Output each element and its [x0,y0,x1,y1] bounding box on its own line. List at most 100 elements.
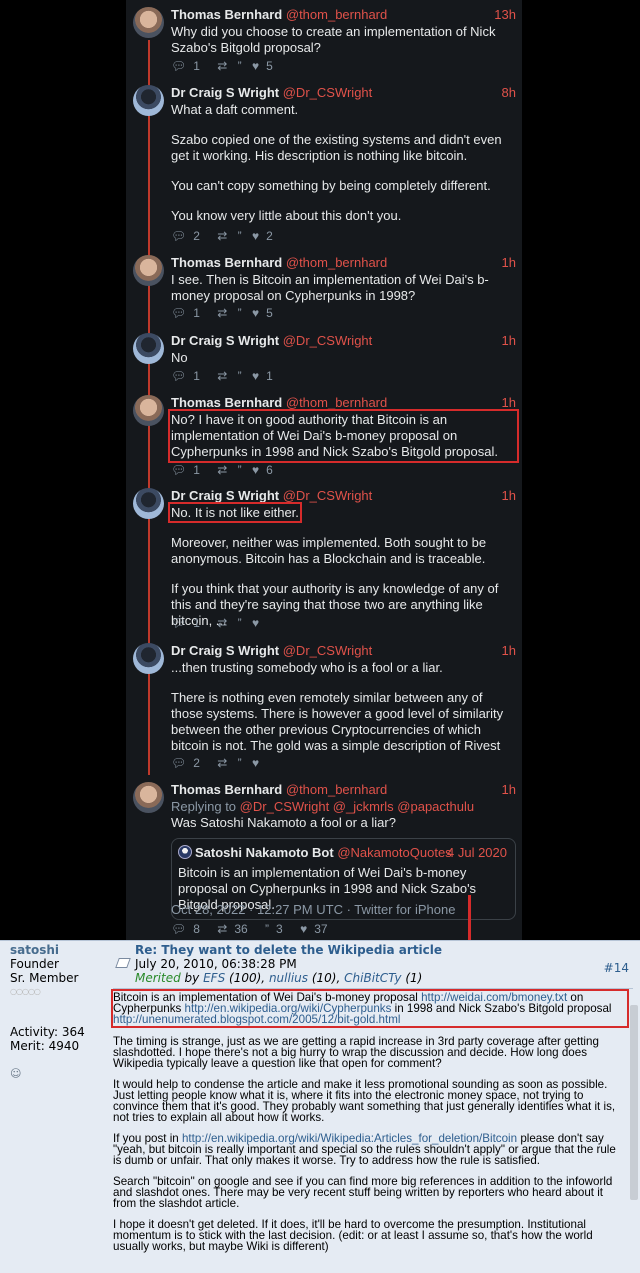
avatar[interactable] [133,255,164,286]
reply-button[interactable]: 💬︎ 1 [171,369,207,383]
author-handle[interactable]: @Dr_CSWright [283,643,373,658]
avatar[interactable] [178,845,192,859]
tweet-time[interactable]: 1h [502,395,516,411]
quote-icon[interactable]: ” [238,463,242,477]
quoted-date[interactable]: 4 Jul 2020 [447,845,507,861]
bitgold-link[interactable]: http://unenumerated.blogspot.com/2005/12… [113,1013,400,1026]
tweet-paragraph: You know very little about this don't yo… [171,208,402,223]
avatar[interactable] [133,488,164,519]
reply-button[interactable]: 💬︎ 1 [171,463,207,477]
retweet-icon[interactable]: ⇄ [217,59,227,73]
reply-button[interactable]: 💬︎ 2 [171,756,207,770]
author-handle[interactable]: @Dr_CSWright [283,333,373,348]
author-name[interactable]: Dr Craig S Wright [171,85,279,100]
reply-button[interactable]: 💬︎ 1 [171,59,207,73]
tweet[interactable]: Dr Craig S Wright @Dr_CSWright 8h What a… [126,85,522,245]
author-name[interactable]: Dr Craig S Wright [171,333,279,348]
tweet[interactable]: Dr Craig S Wright @Dr_CSWright 1h ...the… [126,643,522,773]
avatar[interactable] [133,782,164,813]
reply-count: 1 [193,463,200,477]
retweet-icon[interactable]: ⇄ [217,306,227,320]
heart-icon[interactable]: ♥ [252,756,259,770]
tweet-text: No [171,350,516,366]
quote-icon[interactable]: ” [238,306,242,320]
tweet[interactable]: Dr Craig S Wright @Dr_CSWright 1h No. It… [126,488,522,633]
merit-user[interactable]: EFS [203,971,225,985]
main-tweet[interactable]: Thomas Bernhard @thom_bernhard 1h Replyi… [126,782,522,940]
reply-button[interactable]: 💬︎ 1 [171,306,207,320]
tweet[interactable]: Thomas Bernhard @thom_bernhard 1h I see.… [126,255,522,325]
tweet-paragraph: Why did you choose to create an implemen… [171,24,496,55]
author-handle[interactable]: @thom_bernhard [286,255,387,270]
retweet-button[interactable]: ⇄ 36 [217,922,254,936]
author-name[interactable]: Dr Craig S Wright [171,643,279,658]
author-handle[interactable]: @Dr_CSWright [283,488,373,503]
quote-icon[interactable]: ” [238,616,242,630]
author-name[interactable]: Thomas Bernhard [171,395,282,410]
quoted-author-handle[interactable]: @NakamotoQuotes [337,845,451,860]
author-name[interactable]: Dr Craig S Wright [171,488,279,503]
merit-count: (1) [405,971,423,985]
author-handle[interactable]: @thom_bernhard [286,7,387,22]
quote-icon[interactable]: ” [238,229,242,243]
tweet-time[interactable]: 1h [502,333,516,349]
tweet[interactable]: Thomas Bernhard @thom_bernhard 13h Why d… [126,7,522,77]
like-button[interactable]: ♥ 5 [252,306,280,320]
quote-button[interactable]: ” 3 [265,922,290,936]
heart-icon[interactable]: ♥ [252,616,259,630]
avatar[interactable] [133,395,164,426]
retweet-icon[interactable]: ⇄ [217,463,227,477]
avatar[interactable] [133,85,164,116]
like-button[interactable]: ♥ 2 [252,229,280,243]
reply-count: 2 [193,756,200,770]
reply-button[interactable]: 💬︎ 8 [171,922,207,936]
merit-user[interactable]: ChiBitCTy [344,971,401,985]
like-button[interactable]: ♥ 1 [252,369,280,383]
quote-icon[interactable]: ” [238,756,242,770]
reply-button[interactable]: 💬︎ 2 [171,229,207,243]
tweet[interactable]: Thomas Bernhard @thom_bernhard 1h No? I … [126,395,522,480]
author-handle[interactable]: @thom_bernhard [286,782,387,797]
reply-button[interactable]: 💬︎ 1 [171,616,207,630]
author-handle[interactable]: @thom_bernhard [286,395,387,410]
tweet-meta: Oct 28, 2022 · 12:27 PM UTC · Twitter fo… [171,902,456,917]
replying-handles[interactable]: @Dr_CSWright @_jckmrls @papacthulu [240,799,474,814]
tweet-time[interactable]: 13h [494,7,516,23]
avatar[interactable] [133,7,164,38]
tweet-actions: 💬︎ 1 ⇄ ” ♥ 6 [171,463,287,477]
like-button[interactable]: ♥ 6 [252,463,280,477]
tweet-text: What a daft comment. Szabo copied one of… [171,102,516,224]
author-handle[interactable]: @Dr_CSWright [283,85,373,100]
retweet-icon[interactable]: ⇄ [217,756,227,770]
reply-icon: 💬︎ [171,369,187,383]
profile-icon[interactable]: ☺ [10,1067,106,1081]
quote-icon[interactable]: ” [238,59,242,73]
tweet-time[interactable]: 8h [502,85,516,101]
avatar[interactable] [133,333,164,364]
tweet-time[interactable]: 1h [502,782,516,798]
like-button[interactable]: ♥ 5 [252,59,280,73]
quote-icon[interactable]: ” [238,369,242,383]
merit-user[interactable]: nullius [269,971,308,985]
post-paragraph: The timing is strange, just as we are ge… [113,1035,599,1070]
avatar[interactable] [133,643,164,674]
tweet-paragraph: You can't copy something by being comple… [171,178,491,193]
post-title[interactable]: Re: They want to delete the Wikipedia ar… [113,943,633,957]
quote-count: 3 [276,922,283,936]
poster-name[interactable]: satoshi [10,943,106,957]
tweet[interactable]: Dr Craig S Wright @Dr_CSWright 1h No 💬︎ 1… [126,333,522,385]
author-name[interactable]: Thomas Bernhard [171,782,282,797]
tweet-time[interactable]: 1h [502,488,516,504]
quoted-author-name[interactable]: Satoshi Nakamoto Bot [195,845,334,860]
tweet-text: No. It is not like either. Moreover, nei… [168,502,516,629]
like-button[interactable]: ♥ 37 [300,922,334,936]
retweet-icon[interactable]: ⇄ [217,616,227,630]
retweet-icon[interactable]: ⇄ [217,229,227,243]
tweet-time[interactable]: 1h [502,255,516,271]
post-number[interactable]: #14 [604,961,629,975]
tweet-time[interactable]: 1h [502,643,516,659]
retweet-icon[interactable]: ⇄ [217,369,227,383]
scrollbar[interactable] [630,1005,638,1200]
author-name[interactable]: Thomas Bernhard [171,7,282,22]
author-name[interactable]: Thomas Bernhard [171,255,282,270]
